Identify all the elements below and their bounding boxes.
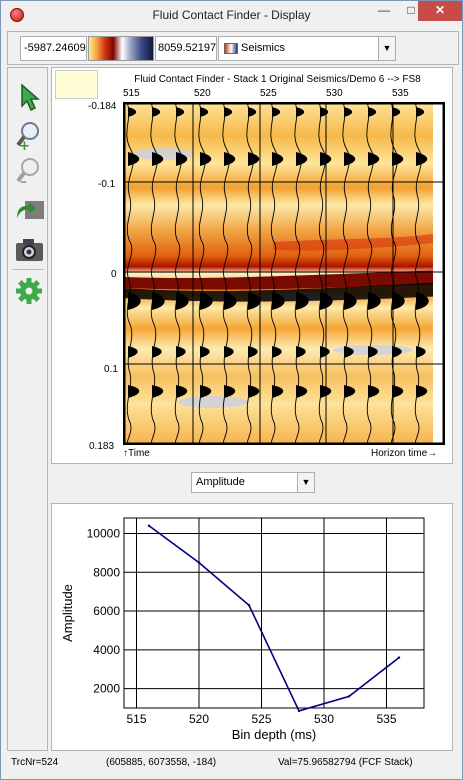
svg-text:+: + [19,139,30,150]
plot-frame [123,517,425,709]
status-bar: TrcNr=524 (605885, 6073558, -184) Val=75… [7,754,459,776]
annotation-color-swatch[interactable] [55,70,98,99]
colorbar[interactable] [88,36,154,61]
left-axis-tick: -0.184 [88,101,117,112]
chevron-down-icon[interactable]: ▼ [297,473,314,492]
chevron-down-icon[interactable]: ▼ [378,37,395,60]
amplitude-chart-panel: 515 520 525 530 535 2000 4000 6000 8000 10000 Bin … [51,503,453,751]
left-axis-tick: 0.1 [104,364,118,375]
toolbar-separator [12,269,44,270]
zoom-in-icon[interactable]: + [13,120,45,150]
color-toolbar: -5987.24609 8059.521972 Seismics ▼ [7,31,459,65]
data-point [397,656,401,659]
tool-sidebar: + – [7,67,48,751]
colortable-icon [224,43,238,54]
x-tick-label: 535 [376,712,396,726]
y-tick-label: 6000 [93,604,120,618]
close-button[interactable]: ✕ [418,1,462,21]
camera-icon[interactable] [13,234,45,264]
data-point [247,604,251,607]
reset-view-icon[interactable] [13,196,45,226]
y-tick-label: 4000 [93,643,120,657]
series-line [148,525,400,712]
svg-text:–: – [20,174,27,186]
x-tick-label: 515 [126,712,146,726]
seismic-section[interactable] [123,102,445,445]
title-bar: Fluid Contact Finder - Display — □ ✕ [1,1,462,30]
attribute-dropdown[interactable]: Amplitude ▼ [191,472,315,493]
data-point [297,709,301,713]
attribute-dropdown-value: Amplitude [196,476,245,488]
pointer-arrow-icon[interactable] [13,82,45,112]
top-axis-tick: 520 [194,88,211,99]
x-tick-label: 520 [189,712,209,726]
top-axis-tick: 535 [392,88,409,99]
display-window: Fluid Contact Finder - Display — □ ✕ -59… [0,0,463,780]
minimize-button[interactable]: — [371,1,397,21]
attribute-select[interactable]: Seismics ▼ [218,36,396,61]
top-axis-tick: 530 [326,88,343,99]
x-axis-label: Bin depth (ms) [232,727,317,742]
y-axis-label: Amplitude [60,584,75,642]
status-trace-number: TrcNr=524 [11,757,59,768]
amplitude-chart: 515 520 525 530 535 2000 4000 6000 8000 10000 Bin … [60,517,425,742]
status-value: Val=75.96582794 (FCF Stack) [278,757,413,768]
seismic-display-panel[interactable]: Fluid Contact Finder - Stack 1 Original … [51,67,453,464]
data-point [147,524,151,527]
zoom-out-icon[interactable]: – [13,156,45,186]
x-tick-label: 525 [251,712,271,726]
time-axis-label: ↑Time [123,448,150,459]
y-tick-label: 2000 [93,682,120,696]
top-axis-tick: 525 [260,88,277,99]
horizon-time-label: Horizon time→ [371,448,438,459]
left-axis-tick: 0.183 [89,441,115,452]
attribute-select-label: Seismics [241,42,286,54]
x-tick-label: 530 [314,712,334,726]
settings-gear-icon[interactable] [13,276,45,306]
left-axis-tick: -0.1 [98,179,116,190]
color-range-min-field[interactable]: -5987.24609 [20,36,87,61]
left-axis-tick: 0 [111,269,117,280]
color-range-max-field[interactable]: 8059.521972 [155,36,217,61]
status-coordinates: (605885, 6073558, -184) [106,757,217,768]
y-tick-label: 10000 [87,527,121,541]
data-point [347,695,351,698]
y-tick-label: 8000 [93,565,120,579]
top-axis-tick: 515 [123,88,140,99]
display-title: Fluid Contact Finder - Stack 1 Original … [134,74,421,85]
data-point [197,561,201,564]
